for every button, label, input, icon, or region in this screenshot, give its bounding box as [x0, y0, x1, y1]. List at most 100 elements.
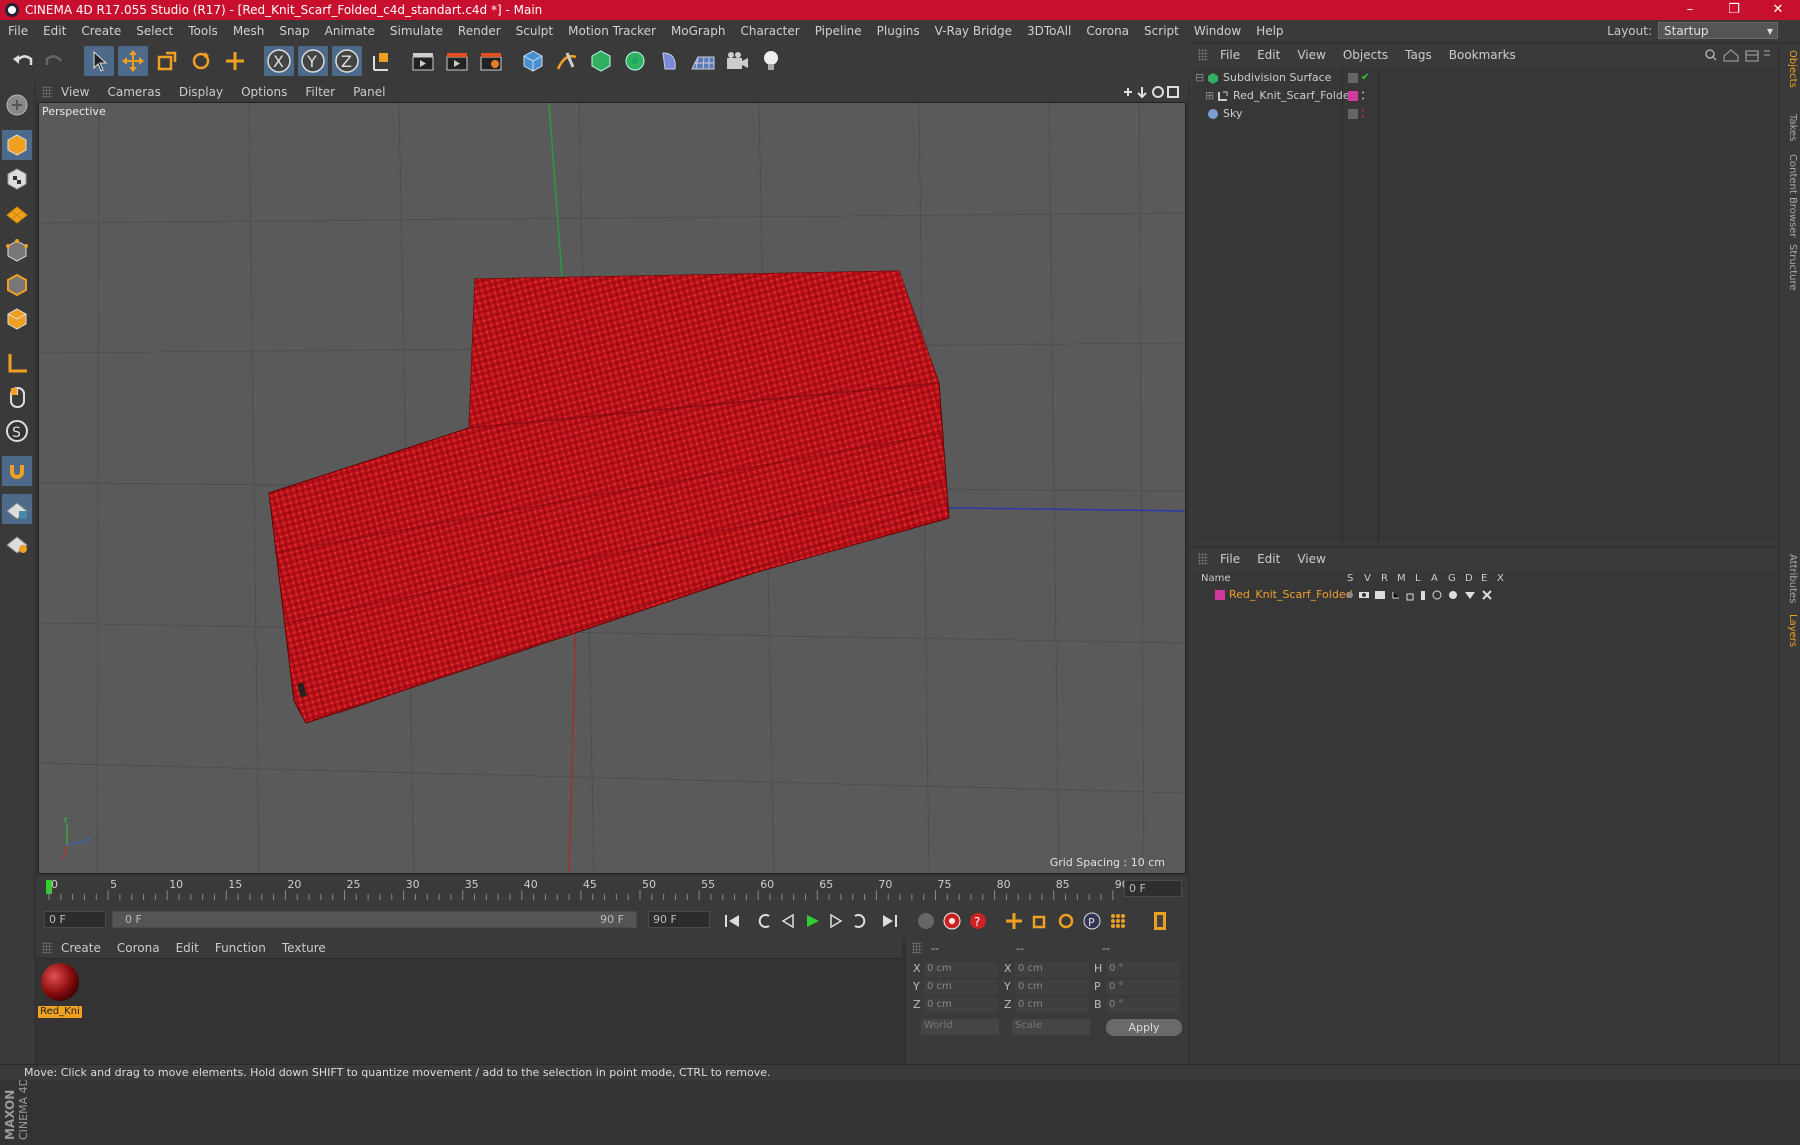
add-light-button[interactable] — [756, 46, 786, 76]
x-axis-button[interactable]: X — [264, 46, 294, 76]
size-z-field[interactable]: 0 cm — [1015, 998, 1089, 1013]
live-selection-button[interactable] — [84, 46, 114, 76]
layer-color-swatch[interactable] — [1215, 590, 1225, 600]
menu-help[interactable]: Help — [1256, 24, 1283, 38]
add-floor-button[interactable] — [688, 46, 718, 76]
rotation-p-field[interactable]: 0 ° — [1106, 980, 1180, 995]
object-row-subdivision-surface[interactable]: ⊟ Subdivision Surface ✔ — [1193, 69, 1776, 87]
layers-menu-edit[interactable]: Edit — [1257, 552, 1280, 566]
make-editable-button[interactable] — [2, 90, 32, 120]
panel-grip-icon[interactable] — [1198, 553, 1208, 565]
position-x-field[interactable]: 0 cm — [924, 962, 998, 977]
menu-script[interactable]: Script — [1144, 24, 1179, 38]
menu-render[interactable]: Render — [458, 24, 501, 38]
next-key-button[interactable] — [848, 909, 872, 933]
menu-pipeline[interactable]: Pipeline — [815, 24, 862, 38]
viewport-menu-view[interactable]: View — [61, 85, 89, 99]
y-axis-button[interactable]: Y — [298, 46, 328, 76]
side-tab-structure[interactable]: Structure — [1782, 244, 1798, 291]
menu-sculpt[interactable]: Sculpt — [516, 24, 553, 38]
model-mode-button[interactable] — [2, 130, 32, 160]
key-position-button[interactable] — [1002, 909, 1026, 933]
menu-motion-tracker[interactable]: Motion Tracker — [568, 24, 656, 38]
next-frame-button[interactable] — [824, 909, 848, 933]
side-tab-attributes[interactable]: Attributes — [1782, 554, 1798, 603]
viewport-menu-options[interactable]: Options — [241, 85, 287, 99]
play-button[interactable] — [800, 909, 824, 933]
layer-name[interactable]: Red_Knit_Scarf_Folded — [1229, 586, 1353, 604]
menu-window[interactable]: Window — [1194, 24, 1241, 38]
prev-frame-button[interactable] — [776, 909, 800, 933]
menu-3dtoall[interactable]: 3DToAll — [1027, 24, 1071, 38]
frame-range-slider[interactable]: 0 F 90 F — [112, 911, 637, 928]
viewport-menu-filter[interactable]: Filter — [305, 85, 335, 99]
size-x-field[interactable]: 0 cm — [1015, 962, 1089, 977]
menu-create[interactable]: Create — [81, 24, 121, 38]
objects-menu-bookmarks[interactable]: Bookmarks — [1449, 48, 1516, 62]
undo-button[interactable] — [8, 46, 38, 76]
scale-tool-button[interactable] — [152, 46, 182, 76]
viewport-nav-icons[interactable] — [1120, 84, 1180, 100]
prev-key-button[interactable] — [752, 909, 776, 933]
objects-menu-file[interactable]: File — [1220, 48, 1240, 62]
menu-vray-bridge[interactable]: V-Ray Bridge — [935, 24, 1012, 38]
add-array-button[interactable] — [620, 46, 650, 76]
key-parameter-button[interactable]: P — [1080, 909, 1104, 933]
size-mode-dropdown[interactable]: Scale — [1012, 1019, 1090, 1035]
start-frame-field[interactable]: 0 F — [44, 911, 106, 928]
layers-menu-file[interactable]: File — [1220, 552, 1240, 566]
menu-plugins[interactable]: Plugins — [877, 24, 920, 38]
apply-button[interactable]: Apply — [1106, 1019, 1182, 1036]
layout-dropdown[interactable]: Startup ▾ — [1658, 22, 1778, 39]
material-menu-texture[interactable]: Texture — [282, 941, 326, 955]
coordinate-space-dropdown[interactable]: World — [921, 1019, 999, 1035]
material-menu-corona[interactable]: Corona — [117, 941, 160, 955]
polygons-mode-button[interactable] — [2, 304, 32, 334]
redo-button[interactable] — [40, 46, 70, 76]
side-tab-takes[interactable]: Takes — [1782, 114, 1798, 141]
key-scale-button[interactable] — [1028, 909, 1052, 933]
panel-grip-icon[interactable] — [912, 942, 922, 954]
menu-character[interactable]: Character — [740, 24, 799, 38]
goto-start-button[interactable] — [720, 909, 744, 933]
objects-menu-view[interactable]: View — [1297, 48, 1325, 62]
timeline-settings-button[interactable] — [1148, 909, 1172, 933]
render-picture-viewer-button[interactable] — [442, 46, 472, 76]
menu-simulate[interactable]: Simulate — [390, 24, 443, 38]
points-mode-button[interactable] — [2, 236, 32, 266]
panel-grip-icon[interactable] — [1198, 49, 1208, 61]
add-camera-button[interactable] — [722, 46, 752, 76]
minimize-button[interactable]: – — [1668, 0, 1712, 20]
material-menu-function[interactable]: Function — [215, 941, 266, 955]
snap-button[interactable] — [2, 456, 32, 486]
red-knit-scarf-model[interactable] — [268, 270, 950, 724]
rotate-tool-button[interactable] — [186, 46, 216, 76]
add-cube-button[interactable] — [518, 46, 548, 76]
timeline-ruler[interactable]: 0 5 10 15 20 25 30 35 40 45 50 55 60 65 70 75 80 85 90 0 F — [36, 876, 1188, 902]
tweak-mode-button[interactable] — [2, 382, 32, 412]
maximize-button[interactable]: ❐ — [1712, 0, 1756, 20]
menu-tools[interactable]: Tools — [188, 24, 218, 38]
axis-mode-button[interactable] — [2, 348, 32, 378]
autokey-button[interactable] — [940, 909, 964, 933]
layers-menu-view[interactable]: View — [1297, 552, 1325, 566]
texture-mode-button[interactable] — [2, 164, 32, 194]
position-y-field[interactable]: 0 cm — [924, 980, 998, 995]
objects-menu-edit[interactable]: Edit — [1257, 48, 1280, 62]
recent-tool-button[interactable] — [220, 46, 250, 76]
menu-corona[interactable]: Corona — [1086, 24, 1129, 38]
viewport-menu-display[interactable]: Display — [179, 85, 223, 99]
menu-mograph[interactable]: MoGraph — [671, 24, 726, 38]
objects-toolbar-icons[interactable] — [1702, 47, 1772, 63]
viewport-scene[interactable]: Y Z — [39, 103, 1186, 874]
material-swatch[interactable]: Red_Kni — [38, 961, 82, 1018]
solo-mode-button[interactable]: S — [2, 416, 32, 446]
render-settings-button[interactable] — [476, 46, 506, 76]
menu-mesh[interactable]: Mesh — [233, 24, 265, 38]
visibility-dots-icon[interactable]: • • — [1361, 108, 1365, 121]
menu-snap[interactable]: Snap — [279, 24, 309, 38]
move-tool-button[interactable] — [118, 46, 148, 76]
current-frame-field[interactable]: 0 F — [1124, 880, 1182, 897]
objects-menu-objects[interactable]: Objects — [1343, 48, 1388, 62]
objects-menu-tags[interactable]: Tags — [1405, 48, 1432, 62]
